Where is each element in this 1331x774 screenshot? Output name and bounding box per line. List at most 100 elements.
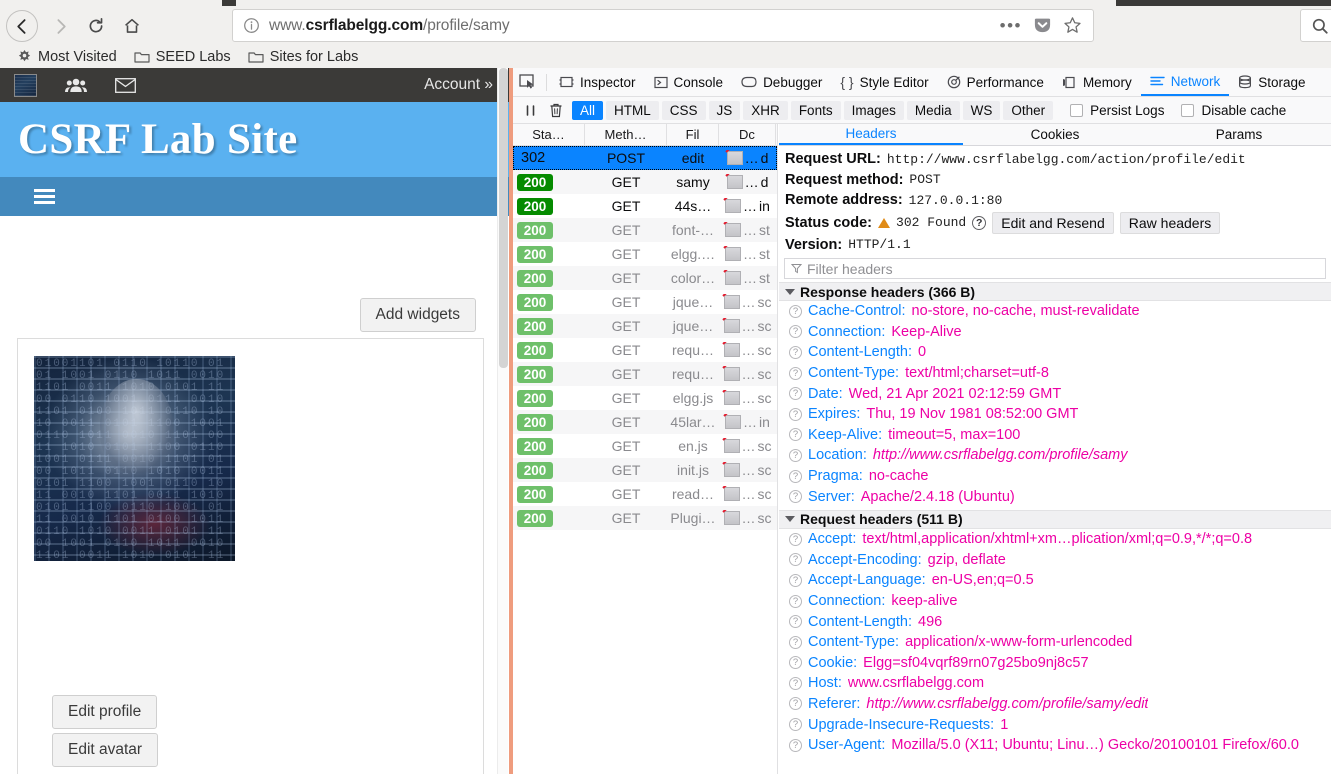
bookmark-most-visited[interactable]: Most Visited xyxy=(10,48,124,66)
tab-storage[interactable]: Storage xyxy=(1229,68,1314,96)
header-help-icon[interactable]: ? xyxy=(789,345,802,359)
header-help-icon[interactable]: ? xyxy=(789,428,802,442)
table-row[interactable]: 200 GET read…… sc xyxy=(513,482,777,506)
page-scrollbar[interactable] xyxy=(497,68,508,774)
header-help-icon[interactable]: ? xyxy=(789,490,802,504)
column-header-status[interactable]: Sta… xyxy=(513,124,585,145)
hamburger-menu-icon[interactable] xyxy=(34,189,55,204)
table-row[interactable]: 200 GET init.js … sc xyxy=(513,458,777,482)
raw-headers-button[interactable]: Raw headers xyxy=(1119,211,1221,234)
bookmark-sites-for-labs[interactable]: Sites for Labs xyxy=(241,48,366,66)
header-value[interactable]: http://www.csrflabelgg.com/profile/samy/… xyxy=(866,696,1148,712)
header-value[interactable]: http://www.csrflabelgg.com/profile/samy xyxy=(873,447,1128,463)
bookmark-star-icon[interactable] xyxy=(1063,16,1082,35)
table-row[interactable]: 200 GET jque… … sc xyxy=(513,314,777,338)
table-row[interactable]: 200 GET 44s… … in xyxy=(513,194,777,218)
header-help-icon[interactable]: ? xyxy=(789,594,802,608)
header-help-icon[interactable]: ? xyxy=(789,407,802,421)
clear-trash-icon[interactable] xyxy=(543,99,569,121)
tab-performance[interactable]: Performance xyxy=(938,68,1053,96)
network-request-list[interactable]: Sta… Meth… Fil Dc 302 POST edit… d 200 GET sam… xyxy=(513,124,778,774)
header-help-icon[interactable]: ? xyxy=(789,573,802,587)
account-menu[interactable]: Account » xyxy=(424,76,493,94)
table-row[interactable]: 200 GET Plugi…… sc xyxy=(513,506,777,530)
table-row[interactable]: 200 GET en.js … sc xyxy=(513,434,777,458)
table-row[interactable]: 200 GET elgg.js … sc xyxy=(513,386,777,410)
pause-icon[interactable] xyxy=(517,99,543,121)
topbar-avatar[interactable] xyxy=(14,73,37,97)
tab-debugger[interactable]: Debugger xyxy=(732,68,831,96)
filter-media[interactable]: Media xyxy=(906,100,960,120)
header-help-icon[interactable]: ? xyxy=(789,304,802,318)
help-icon[interactable]: ? xyxy=(972,215,987,230)
page-scrollbar-thumb[interactable] xyxy=(499,68,508,368)
search-bar[interactable] xyxy=(1300,9,1331,42)
table-row[interactable]: 200 GET samy … d xyxy=(513,170,777,194)
tab-inspector[interactable]: Inspector xyxy=(550,68,645,96)
filter-headers-input[interactable]: Filter headers xyxy=(784,258,1326,279)
table-row[interactable]: 200 GET requ…… sc xyxy=(513,338,777,362)
pocket-icon[interactable] xyxy=(1033,16,1052,35)
table-row[interactable]: 200 GET jque… … sc xyxy=(513,290,777,314)
request-headers-section-title[interactable]: Request headers (511 B) xyxy=(779,509,1331,529)
checkbox-box[interactable] xyxy=(1181,103,1195,117)
page-actions-icon[interactable]: ••• xyxy=(1000,17,1022,34)
filter-fonts[interactable]: Fonts xyxy=(790,100,841,120)
column-header-domain[interactable]: Dc xyxy=(719,124,776,145)
reload-icon[interactable] xyxy=(82,12,110,40)
table-row[interactable]: 200 GET font-… … st xyxy=(513,218,777,242)
table-row[interactable]: 200 GET requ…… sc xyxy=(513,362,777,386)
header-help-icon[interactable]: ? xyxy=(789,469,802,483)
response-headers-section-title[interactable]: Response headers (366 B) xyxy=(779,282,1331,301)
header-help-icon[interactable]: ? xyxy=(789,676,802,690)
table-row[interactable]: 200 GET 45lar…… in xyxy=(513,410,777,434)
tab-console[interactable]: Console xyxy=(645,68,733,96)
header-help-icon[interactable]: ? xyxy=(789,553,802,567)
header-help-icon[interactable]: ? xyxy=(789,635,802,649)
filter-images[interactable]: Images xyxy=(843,100,904,120)
filter-other[interactable]: Other xyxy=(1003,100,1054,120)
mail-icon[interactable] xyxy=(115,77,136,93)
filter-all[interactable]: All xyxy=(572,100,604,120)
profile-avatar-image[interactable]: 01001101 0110 10110 0101 1001 0110 1011 … xyxy=(34,356,235,561)
details-tab-params[interactable]: Params xyxy=(1147,124,1331,145)
back-icon[interactable] xyxy=(6,10,38,42)
persist-logs-checkbox[interactable]: Persist Logs xyxy=(1070,103,1164,118)
filter-ws[interactable]: WS xyxy=(962,100,1001,120)
column-header-file[interactable]: Fil xyxy=(667,124,719,145)
edit-profile-button[interactable]: Edit profile xyxy=(52,695,158,729)
header-help-icon[interactable]: ? xyxy=(789,325,802,339)
header-help-icon[interactable]: ? xyxy=(789,738,802,752)
people-icon[interactable] xyxy=(65,77,87,93)
filter-css[interactable]: CSS xyxy=(661,100,706,120)
disable-cache-checkbox[interactable]: Disable cache xyxy=(1181,103,1286,118)
tab-style-editor[interactable]: { } Style Editor xyxy=(831,68,937,96)
page-info-icon[interactable] xyxy=(243,17,260,34)
header-help-icon[interactable]: ? xyxy=(789,615,802,629)
header-help-icon[interactable]: ? xyxy=(789,656,802,670)
checkbox-box[interactable] xyxy=(1070,103,1084,117)
header-help-icon[interactable]: ? xyxy=(789,366,802,380)
bookmark-seed-labs[interactable]: SEED Labs xyxy=(127,48,238,66)
table-row[interactable]: 200 GET color…… st xyxy=(513,266,777,290)
details-tab-headers[interactable]: Headers xyxy=(779,124,963,145)
header-help-icon[interactable]: ? xyxy=(789,532,802,546)
filter-html[interactable]: HTML xyxy=(606,100,659,120)
header-help-icon[interactable]: ? xyxy=(789,697,802,711)
element-picker-icon[interactable] xyxy=(513,74,543,90)
add-widgets-button[interactable]: Add widgets xyxy=(359,298,476,332)
column-header-method[interactable]: Meth… xyxy=(585,124,667,145)
home-icon[interactable] xyxy=(118,12,146,40)
tab-network[interactable]: Network xyxy=(1140,68,1230,96)
details-tab-cookies[interactable]: Cookies xyxy=(963,124,1147,145)
edit-avatar-button[interactable]: Edit avatar xyxy=(52,733,159,767)
table-row[interactable]: 200 GET elgg.…… st xyxy=(513,242,777,266)
filter-js[interactable]: JS xyxy=(708,100,741,120)
address-bar[interactable]: www.csrflabelgg.com/profile/samy ••• xyxy=(232,9,1094,42)
header-help-icon[interactable]: ? xyxy=(789,448,802,462)
filter-xhr[interactable]: XHR xyxy=(743,100,788,120)
table-row[interactable]: 302 POST edit … d xyxy=(513,146,777,170)
url-text[interactable]: www.csrflabelgg.com/profile/samy xyxy=(269,17,510,35)
header-help-icon[interactable]: ? xyxy=(789,387,802,401)
tab-memory[interactable]: Memory xyxy=(1053,68,1141,96)
